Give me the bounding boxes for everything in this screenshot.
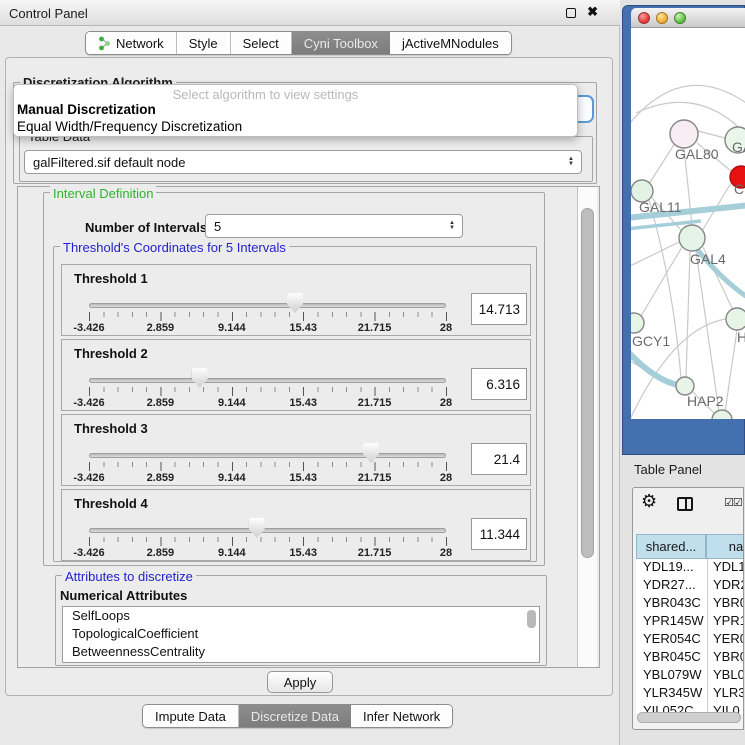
network-icon bbox=[98, 36, 111, 51]
tab-select[interactable]: Select bbox=[231, 32, 292, 54]
algorithm-popup: Select algorithm to view settings Manual… bbox=[13, 84, 578, 137]
float-icon[interactable] bbox=[566, 8, 576, 18]
node-gcy1[interactable] bbox=[631, 313, 644, 333]
table-row[interactable]: YER054CYER0 bbox=[636, 631, 744, 649]
popup-item-manual[interactable]: Manual Discretization bbox=[17, 102, 156, 117]
network-view-window: GAL80 GA C GAL11 GAL4 GCY1 H HAP2 bbox=[622, 5, 745, 455]
table-row[interactable]: YDR27...YDR2 bbox=[636, 577, 744, 595]
threshold-1-slider[interactable]: -3.4262.859 9.14415.43 21.71528 bbox=[89, 301, 446, 335]
node-label: C bbox=[734, 181, 744, 197]
threshold-1-panel: Threshold 1 -3.4262.859 9.14415.43 21.71… bbox=[61, 264, 531, 336]
tab-impute-data[interactable]: Impute Data bbox=[143, 705, 239, 727]
table-row[interactable]: YLR345WYLR3 bbox=[636, 685, 744, 703]
network-canvas[interactable]: GAL80 GA C GAL11 GAL4 GCY1 H HAP2 bbox=[631, 28, 745, 419]
settings-scrollbar[interactable] bbox=[577, 187, 597, 667]
slider-thumb[interactable] bbox=[192, 368, 208, 388]
top-tab-bar: Network Style Select Cyni Toolbox jActiv… bbox=[85, 31, 512, 55]
table-row[interactable]: YPR145WYPR1 bbox=[636, 613, 744, 631]
network-window-titlebar bbox=[631, 8, 745, 28]
slider-thumb[interactable] bbox=[249, 518, 265, 538]
node-label: GAL80 bbox=[675, 146, 719, 162]
table-row[interactable]: YBL079WYBL0 bbox=[636, 667, 744, 685]
table-header-row: shared... na bbox=[636, 534, 744, 559]
tab-jactivemnodules[interactable]: jActiveMNodules bbox=[390, 32, 511, 54]
list-scrollbar[interactable] bbox=[527, 610, 536, 628]
apply-button[interactable]: Apply bbox=[267, 671, 333, 693]
select-checkboxes-icon[interactable]: ☑☑ bbox=[724, 496, 742, 509]
table-panel: Table Panel ⚙ ☑☑ shared... na YDL19...YD… bbox=[620, 455, 745, 745]
number-of-intervals-spinner[interactable]: 5 ▲▼ bbox=[205, 214, 463, 238]
spinner-stepper-icon: ▲▼ bbox=[449, 221, 455, 231]
list-item[interactable]: TopologicalCoefficient bbox=[63, 625, 539, 643]
table-row[interactable]: YBR045CYBR0 bbox=[636, 649, 744, 667]
columns-icon[interactable] bbox=[677, 497, 693, 511]
node-label: H bbox=[737, 329, 745, 345]
threshold-2-value[interactable]: 6.316 bbox=[471, 368, 527, 400]
control-panel-titlebar: Control Panel ✖ bbox=[0, 0, 620, 26]
app-root: Control Panel ✖ Network Style Select Cyn… bbox=[0, 0, 745, 745]
threshold-4-slider[interactable]: -3.4262.859 9.14415.43 21.71528 bbox=[89, 526, 446, 560]
tab-cyni-toolbox[interactable]: Cyni Toolbox bbox=[292, 32, 390, 54]
threshold-1-value[interactable]: 14.713 bbox=[471, 293, 527, 325]
mac-close-icon[interactable] bbox=[638, 12, 650, 24]
node-gal80[interactable] bbox=[670, 120, 698, 148]
gear-icon[interactable]: ⚙ bbox=[641, 491, 657, 512]
threshold-3-panel: Threshold 3 -3.4262.859 9.14415.43 21.71… bbox=[61, 414, 531, 486]
panel-title: Control Panel bbox=[9, 6, 88, 21]
column-header-shared[interactable]: shared... bbox=[636, 534, 706, 559]
table-row[interactable]: YBR043CYBR0 bbox=[636, 595, 744, 613]
table-panel-box: ⚙ ☑☑ shared... na YDL19...YDL1 YDR27...Y… bbox=[632, 487, 744, 730]
threshold-3-value[interactable]: 21.4 bbox=[471, 443, 527, 475]
attributes-group-title: Attributes to discretize bbox=[62, 569, 196, 584]
threshold-2-panel: Threshold 2 -3.4262.859 9.14415.43 21.71… bbox=[61, 339, 531, 411]
combo-stepper-icon: ▲▼ bbox=[568, 157, 574, 167]
table-row[interactable]: YDL19...YDL1 bbox=[636, 559, 744, 577]
interval-definition-title: Interval Definition bbox=[50, 186, 156, 201]
tab-infer-network[interactable]: Infer Network bbox=[351, 705, 452, 727]
close-icon[interactable]: ✖ bbox=[587, 4, 598, 20]
table-data-combo[interactable]: galFiltered.sif default node ▲▼ bbox=[24, 150, 582, 174]
tab-style[interactable]: Style bbox=[177, 32, 231, 54]
threshold-4-value[interactable]: 11.344 bbox=[471, 518, 527, 550]
table-body: YDL19...YDL1 YDR27...YDR2 YBR043CYBR0 YP… bbox=[636, 559, 744, 714]
threshold-3-slider[interactable]: -3.4262.859 9.14415.43 21.71528 bbox=[89, 451, 446, 485]
node-partial-right[interactable] bbox=[726, 308, 745, 330]
tab-network[interactable]: Network bbox=[86, 32, 177, 54]
node-label: GCY1 bbox=[632, 333, 670, 349]
list-item[interactable]: BetweennessCentrality bbox=[63, 643, 539, 661]
popup-placeholder: Select algorithm to view settings bbox=[14, 87, 517, 102]
horizontal-scrollbar[interactable] bbox=[637, 712, 741, 723]
node-bottom[interactable] bbox=[712, 410, 732, 419]
threshold-4-panel: Threshold 4 -3.4262.859 9.14415.43 21.71… bbox=[61, 489, 531, 561]
control-panel-window: Control Panel ✖ Network Style Select Cyn… bbox=[0, 0, 620, 745]
column-header-name[interactable]: na bbox=[706, 534, 744, 559]
slider-thumb[interactable] bbox=[287, 293, 303, 313]
node-label: GAL4 bbox=[690, 251, 726, 267]
node-gal4[interactable] bbox=[679, 225, 705, 251]
node-label: GAL11 bbox=[639, 199, 682, 215]
threshold-2-slider[interactable]: -3.4262.859 9.14415.43 21.71528 bbox=[89, 376, 446, 410]
numerical-attributes-label: Numerical Attributes bbox=[60, 588, 187, 603]
table-panel-title: Table Panel bbox=[634, 462, 702, 477]
thresholds-group-title: Threshold's Coordinates for 5 Intervals bbox=[60, 240, 289, 255]
table-toolbar: ⚙ ☑☑ bbox=[633, 488, 743, 534]
mac-minimize-icon[interactable] bbox=[656, 12, 668, 24]
slider-thumb[interactable] bbox=[363, 443, 379, 463]
attributes-list[interactable]: SelfLoops TopologicalCoefficient Between… bbox=[62, 606, 540, 663]
popup-item-equal-width[interactable]: Equal Width/Frequency Discretization bbox=[17, 119, 242, 134]
node-label: GA bbox=[732, 139, 745, 155]
scrollbar-thumb[interactable] bbox=[581, 208, 594, 558]
tab-discretize-data[interactable]: Discretize Data bbox=[239, 705, 351, 727]
mac-zoom-icon[interactable] bbox=[674, 12, 686, 24]
list-item[interactable]: SelfLoops bbox=[63, 607, 539, 625]
number-of-intervals-label: Number of Intervals bbox=[85, 220, 207, 235]
node-label: HAP2 bbox=[687, 393, 724, 409]
bottom-tab-bar: Impute Data Discretize Data Infer Networ… bbox=[142, 704, 453, 728]
